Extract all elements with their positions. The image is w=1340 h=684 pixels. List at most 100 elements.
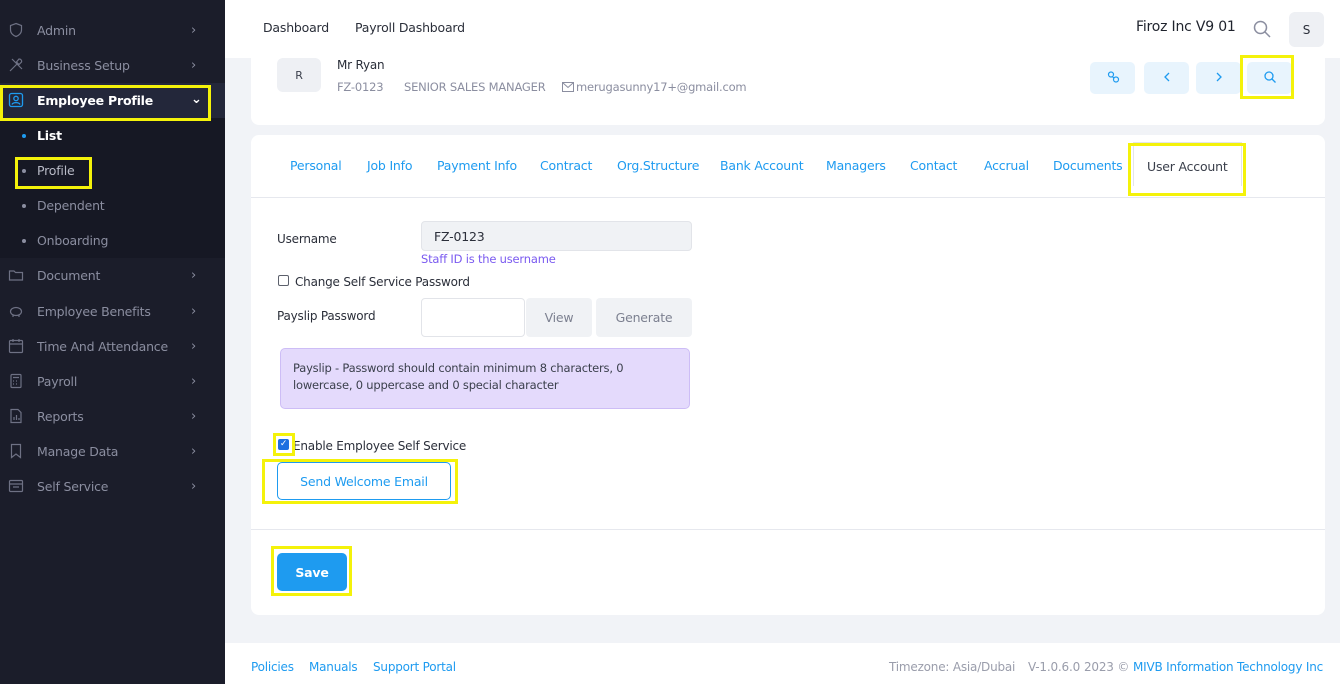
employee-avatar: R — [277, 58, 321, 92]
footer-link-policies[interactable]: Policies — [251, 660, 294, 674]
enable-ess-checkbox[interactable]: ✓ — [278, 439, 289, 450]
sidebar-item-document[interactable]: Document › — [0, 258, 225, 293]
chevron-right-icon: › — [191, 23, 196, 38]
user-link-icon — [1106, 70, 1120, 87]
calculator-icon — [8, 373, 24, 389]
search-icon[interactable] — [1252, 19, 1272, 39]
search-employee-button[interactable] — [1247, 62, 1292, 94]
tools-icon — [8, 57, 24, 73]
enable-ess-label: Enable Employee Self Service — [293, 439, 467, 453]
footer-link-support-portal[interactable]: Support Portal — [373, 660, 456, 674]
sidebar-item-label: Self Service — [37, 479, 109, 494]
footer-link-manuals[interactable]: Manuals — [309, 660, 358, 674]
tab-divider — [251, 197, 1325, 198]
employee-name: Mr Ryan — [337, 58, 385, 72]
footer-version: V-1.0.6.0 — [1028, 660, 1081, 674]
sidebar-item-employee-benefits[interactable]: Employee Benefits › — [0, 294, 225, 329]
sidebar-item-self-service[interactable]: Self Service › — [0, 469, 225, 504]
sidebar-item-employee-profile[interactable]: Employee Profile ⌄ — [0, 83, 225, 118]
sidebar-item-label: Employee Benefits — [37, 304, 151, 319]
tab-job-info[interactable]: Job Info — [367, 158, 413, 173]
password-policy-notice: Payslip - Password should contain minimu… — [280, 348, 690, 409]
sidebar-item-label: Payroll — [37, 374, 78, 389]
sidebar-item-reports[interactable]: Reports › — [0, 399, 225, 434]
employee-header-card: R Mr Ryan FZ-0123 SENIOR SALES MANAGER m… — [251, 58, 1325, 125]
tab-contract[interactable]: Contract — [540, 158, 592, 173]
link-user-button[interactable] — [1090, 62, 1135, 94]
sidebar-subitem-onboarding[interactable]: Onboarding — [0, 223, 225, 258]
shield-icon — [8, 22, 24, 38]
footer-company-link[interactable]: MIVB Information Technology Inc — [1133, 660, 1323, 674]
bullet-icon — [22, 169, 26, 173]
payslip-password-input[interactable] — [421, 298, 525, 337]
sidebar-item-time-and-attendance[interactable]: Time And Attendance › — [0, 329, 225, 364]
avatar[interactable]: S — [1289, 12, 1324, 47]
change-password-checkbox[interactable] — [278, 275, 289, 286]
username-hint: Staff ID is the username — [421, 252, 556, 266]
folder-icon — [8, 267, 24, 283]
tab-payment-info[interactable]: Payment Info — [437, 158, 517, 173]
previous-employee-button[interactable] — [1144, 62, 1189, 94]
tab-contact[interactable]: Contact — [910, 158, 957, 173]
footer-copyright: 2023 © — [1084, 660, 1130, 674]
sidebar-item-manage-data[interactable]: Manage Data › — [0, 434, 225, 469]
nav-link-dashboard[interactable]: Dashboard — [263, 20, 329, 35]
next-employee-button[interactable] — [1196, 62, 1241, 94]
calendar-icon — [8, 338, 24, 354]
sidebar-subitem-profile[interactable]: Profile — [0, 153, 225, 188]
sidebar-item-label: Manage Data — [37, 444, 119, 459]
sidebar-subitem-label: Dependent — [37, 198, 105, 213]
payslip-password-label: Payslip Password — [277, 309, 376, 323]
tab-user-account[interactable]: User Account — [1133, 142, 1242, 186]
sidebar-item-business-setup[interactable]: Business Setup › — [0, 48, 225, 83]
sidebar-subitem-list[interactable]: List — [0, 118, 225, 153]
tab-bank-account[interactable]: Bank Account — [720, 158, 804, 173]
employee-email: merugasunny17+@gmail.com — [576, 80, 747, 94]
tab-org-structure[interactable]: Org.Structure — [617, 158, 699, 173]
company-name[interactable]: Firoz Inc V9 01 — [1136, 19, 1236, 35]
sidebar-subitem-dependent[interactable]: Dependent — [0, 188, 225, 223]
piggy-bank-icon — [8, 303, 24, 319]
sidebar-item-label: Admin — [37, 23, 76, 38]
sidebar-item-label: Time And Attendance — [37, 339, 168, 354]
inbox-icon — [8, 478, 24, 494]
employee-email-row: merugasunny17+@gmail.com — [562, 80, 747, 95]
form-divider — [251, 529, 1325, 530]
sidebar-item-admin[interactable]: Admin › — [0, 13, 225, 48]
search-icon — [1263, 70, 1277, 87]
mail-icon — [562, 81, 574, 95]
username-label: Username — [277, 232, 337, 246]
chevron-right-icon: › — [191, 409, 196, 424]
send-welcome-email-button[interactable]: Send Welcome Email — [277, 462, 451, 500]
tab-personal[interactable]: Personal — [290, 158, 342, 173]
sidebar-submenu: List Profile Dependent Onboarding — [0, 118, 225, 258]
employee-staff-id: FZ-0123 — [337, 80, 384, 94]
sidebar-item-payroll[interactable]: Payroll › — [0, 364, 225, 399]
chevron-right-icon — [1212, 70, 1226, 87]
view-password-button[interactable]: View — [526, 298, 592, 337]
nav-link-payroll-dashboard[interactable]: Payroll Dashboard — [355, 20, 465, 35]
footer-timezone: Timezone: Asia/Dubai — [889, 660, 1016, 674]
chevron-right-icon: › — [191, 304, 196, 319]
sidebar-subitem-label: Profile — [37, 163, 75, 178]
tab-managers[interactable]: Managers — [826, 158, 886, 173]
sidebar-subitem-label: Onboarding — [37, 233, 109, 248]
main-panel: Personal Job Info Payment Info Contract … — [251, 135, 1325, 615]
sidebar-subitem-label: List — [37, 128, 62, 143]
report-icon — [8, 408, 24, 424]
tab-documents[interactable]: Documents — [1053, 158, 1123, 173]
save-button[interactable]: Save — [277, 553, 347, 591]
footer: Policies Manuals Support Portal Timezone… — [225, 643, 1340, 684]
username-field[interactable]: FZ-0123 — [421, 221, 692, 251]
bullet-icon — [22, 134, 26, 138]
chevron-left-icon — [1160, 70, 1174, 87]
top-header: Dashboard Payroll Dashboard Firoz Inc V9… — [225, 0, 1340, 58]
tab-accrual[interactable]: Accrual — [984, 158, 1029, 173]
sidebar: Admin › Business Setup › Employee Profil… — [0, 0, 225, 684]
sidebar-item-label: Employee Profile — [37, 93, 154, 108]
chevron-right-icon: › — [191, 444, 196, 459]
bullet-icon — [22, 204, 26, 208]
chevron-right-icon: › — [191, 339, 196, 354]
sidebar-item-label: Reports — [37, 409, 84, 424]
generate-password-button[interactable]: Generate — [596, 298, 692, 337]
